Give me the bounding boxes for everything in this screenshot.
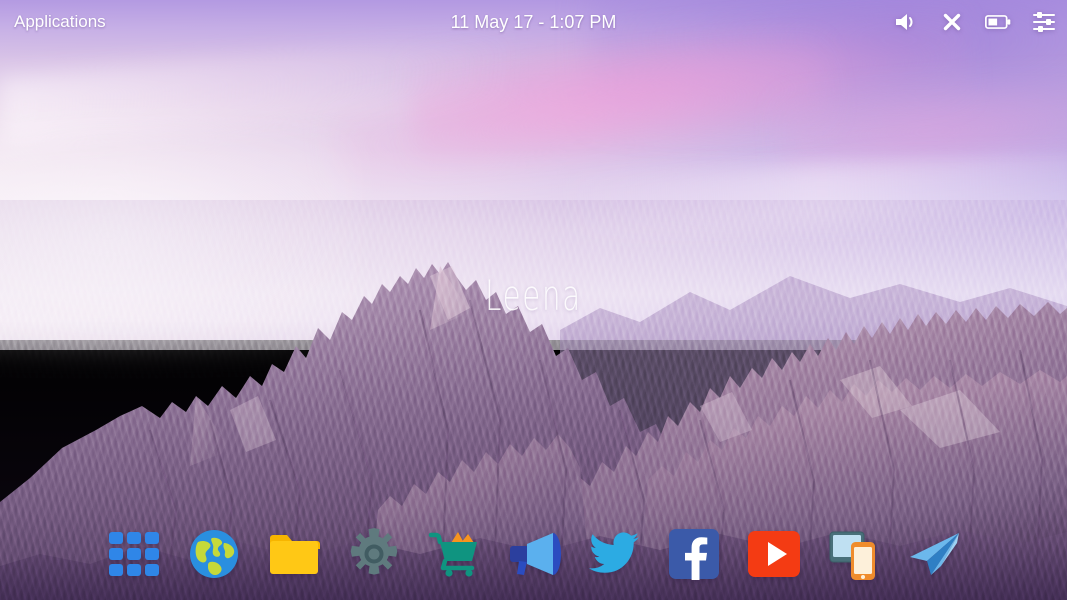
dock-item-telegram[interactable]	[907, 527, 961, 581]
dock-item-files[interactable]	[267, 527, 321, 581]
paper-plane-icon	[907, 530, 961, 578]
battery-icon[interactable]	[985, 9, 1011, 35]
volume-icon[interactable]	[893, 9, 919, 35]
dock-item-app-grid[interactable]	[107, 527, 161, 581]
dock-item-youtube[interactable]	[747, 527, 801, 581]
desktop: Leena Applications 11 May 17 - 1:07 PM	[0, 0, 1067, 600]
dock	[0, 508, 1067, 600]
dock-item-devices[interactable]	[827, 527, 881, 581]
youtube-icon	[747, 530, 801, 578]
dock-item-twitter[interactable]	[587, 527, 641, 581]
applications-menu[interactable]: Applications	[8, 0, 112, 44]
clock-datetime[interactable]: 11 May 17 - 1:07 PM	[451, 12, 617, 33]
applications-menu-label[interactable]: Applications	[14, 12, 106, 32]
settings-sliders-icon[interactable]	[1031, 9, 1057, 35]
dock-item-browser[interactable]	[187, 527, 241, 581]
system-tray	[893, 0, 1057, 44]
folder-icon	[268, 530, 320, 578]
tablet-phone-icon	[827, 527, 881, 581]
facebook-icon	[668, 528, 720, 580]
twitter-bird-icon	[588, 532, 640, 576]
dock-item-store[interactable]	[427, 527, 481, 581]
globe-icon	[188, 528, 240, 580]
dock-item-announce[interactable]	[507, 527, 561, 581]
dock-item-settings[interactable]	[347, 527, 401, 581]
app-grid-icon	[108, 532, 159, 576]
desktop-watermark: Leena	[485, 272, 582, 321]
top-panel: Applications 11 May 17 - 1:07 PM	[0, 0, 1067, 44]
megaphone-icon	[507, 530, 561, 578]
close-icon[interactable]	[939, 9, 965, 35]
dock-item-facebook[interactable]	[667, 527, 721, 581]
gear-icon	[347, 527, 401, 581]
shopping-cart-icon	[427, 528, 481, 580]
